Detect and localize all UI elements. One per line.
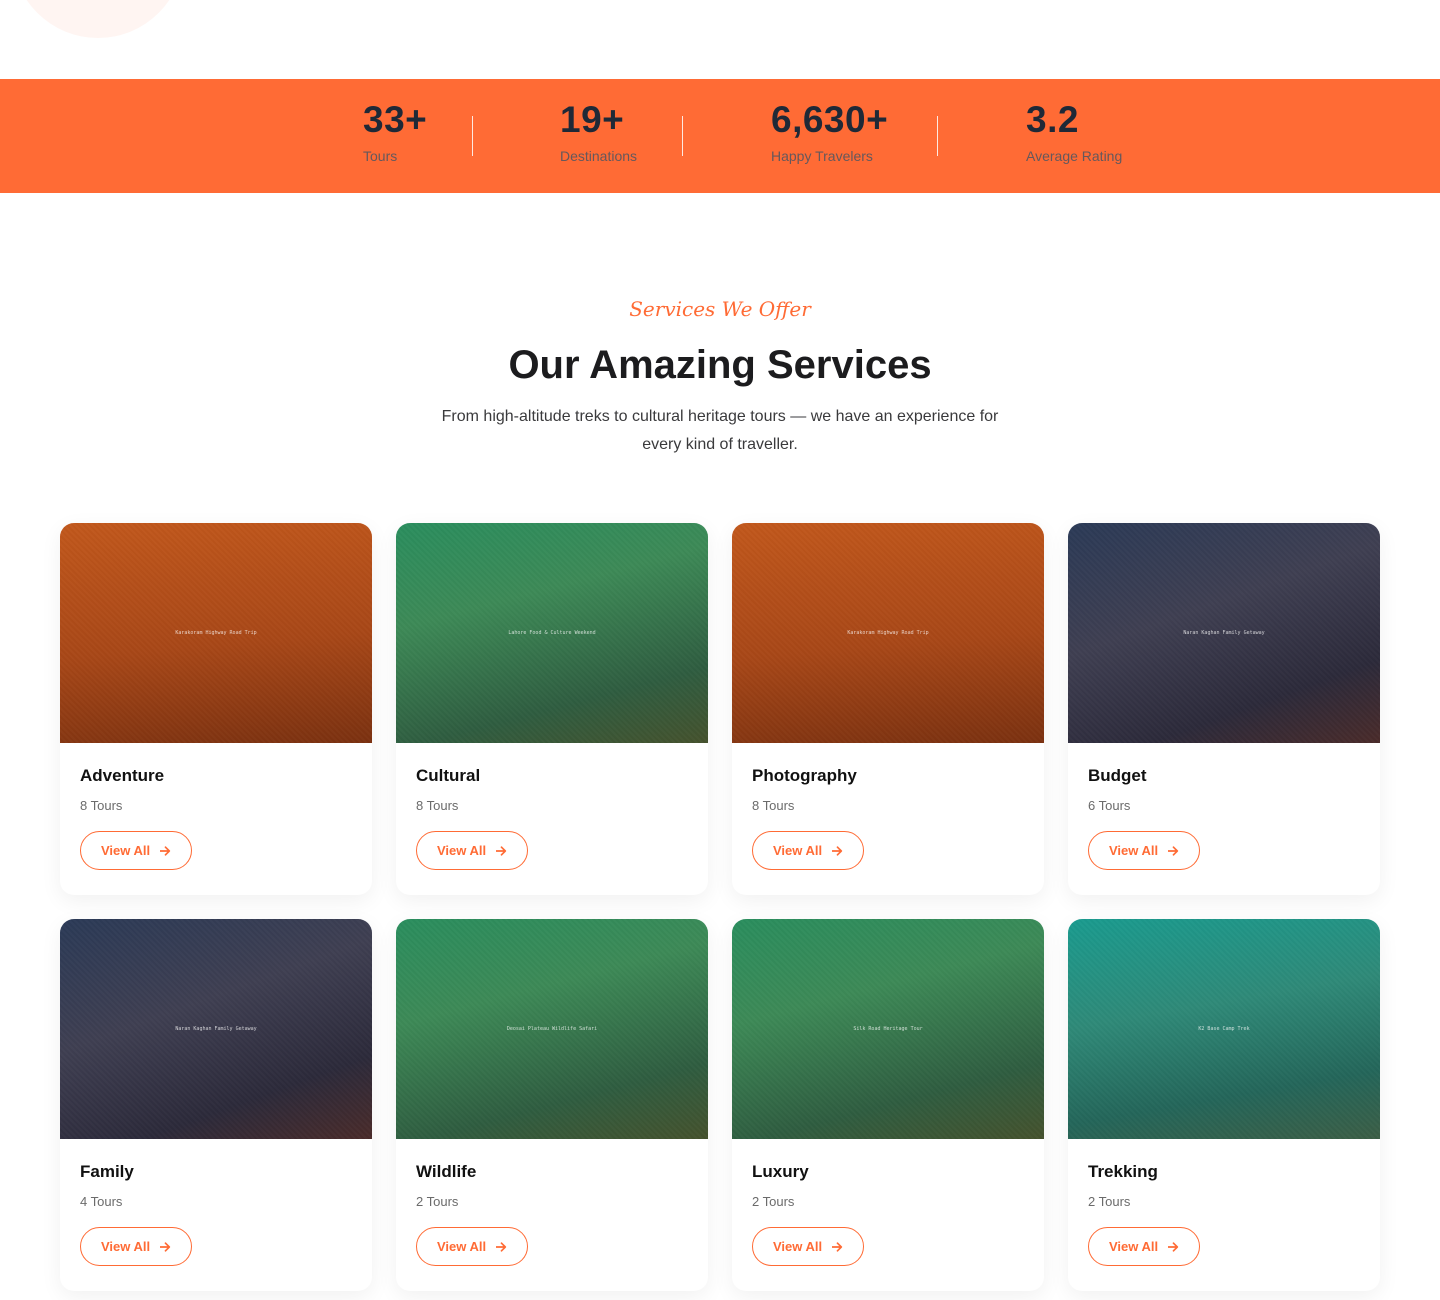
view-all-button[interactable]: View All [1088, 831, 1201, 870]
stat-happy-travelers: 6,630+ Happy Travelers [771, 101, 888, 164]
view-all-button[interactable]: View All [416, 831, 529, 870]
card-title: Trekking [1088, 1162, 1158, 1181]
arrow-right-icon [160, 845, 171, 856]
card-tour-count: 6 Tours [1088, 798, 1131, 813]
service-card-adventure: Karakoram Highway Road Trip Adventure 8 … [60, 523, 372, 895]
stat-label: Average Rating [1026, 148, 1123, 164]
card-title: Cultural [416, 766, 481, 785]
card-tour-count: 2 Tours [1088, 1194, 1131, 1209]
button-label: View All [101, 1239, 151, 1254]
view-all-button[interactable]: View All [80, 1227, 193, 1266]
stat-divider [682, 116, 683, 156]
view-all-button[interactable]: View All [1088, 1227, 1201, 1266]
button-label: View All [1109, 843, 1159, 858]
stats-band: 33+ Tours 19+ Destinations 6,630+ Happy … [0, 79, 1440, 193]
card-image: Naran Kaghan Family Getaway [60, 919, 372, 1139]
stat-destinations: 19+ Destinations [560, 101, 637, 164]
stat-average-rating: 3.2 Average Rating [1026, 101, 1122, 164]
arrow-right-icon [832, 845, 843, 856]
stat-tours: 33+ Tours [363, 101, 427, 164]
section-description: From high-altitude treks to cultural her… [441, 408, 999, 453]
service-card-photography: Karakoram Highway Road Trip Photography … [732, 523, 1044, 895]
arrow-right-icon [496, 1241, 507, 1252]
stat-value: 19+ [560, 99, 625, 140]
image-caption: Naran Kaghan Family Getaway [175, 1026, 257, 1032]
stat-divider [937, 116, 938, 156]
card-image: K2 Base Camp Trek [1068, 919, 1380, 1139]
view-all-button[interactable]: View All [80, 831, 193, 870]
button-label: View All [437, 1239, 487, 1254]
view-all-button[interactable]: View All [752, 831, 865, 870]
stat-label: Happy Travelers [771, 148, 873, 164]
arrow-right-icon [832, 1241, 843, 1252]
arrow-right-icon [1168, 845, 1179, 856]
button-label: View All [773, 843, 823, 858]
decorative-circle [12, 0, 184, 38]
card-title: Budget [1088, 766, 1147, 785]
card-tour-count: 4 Tours [80, 1194, 123, 1209]
arrow-right-icon [496, 845, 507, 856]
card-image: Naran Kaghan Family Getaway [1068, 523, 1380, 743]
section-title: Our Amazing Services [508, 343, 932, 387]
button-label: View All [773, 1239, 823, 1254]
card-title: Family [80, 1162, 134, 1181]
image-caption: Karakoram Highway Road Trip [847, 630, 929, 636]
arrow-right-icon [1168, 1241, 1179, 1252]
stat-value: 6,630+ [771, 99, 889, 140]
card-tour-count: 8 Tours [416, 798, 459, 813]
card-tour-count: 2 Tours [416, 1194, 459, 1209]
service-card-luxury: Silk Road Heritage Tour Luxury 2 Tours V… [732, 919, 1044, 1291]
stat-label: Tours [363, 148, 398, 164]
service-card-trekking: K2 Base Camp Trek Trekking 2 Tours View … [1068, 919, 1380, 1291]
card-image: Karakoram Highway Road Trip [732, 523, 1044, 743]
service-card-wildlife: Deosai Plateau Wildlife Safari Wildlife … [396, 919, 708, 1291]
card-image: Deosai Plateau Wildlife Safari [396, 919, 708, 1139]
view-all-button[interactable]: View All [752, 1227, 865, 1266]
stat-value: 3.2 [1026, 99, 1079, 140]
stat-label: Destinations [560, 148, 638, 164]
card-image: Silk Road Heritage Tour [732, 919, 1044, 1139]
card-title: Wildlife [416, 1162, 477, 1181]
button-label: View All [101, 843, 151, 858]
view-all-button[interactable]: View All [416, 1227, 529, 1266]
stat-value: 33+ [363, 99, 428, 140]
card-tour-count: 8 Tours [752, 798, 795, 813]
button-label: View All [1109, 1239, 1159, 1254]
service-card-cultural: Lahore Food & Culture Weekend Cultural 8… [396, 523, 708, 895]
image-caption: K2 Base Camp Trek [1198, 1026, 1250, 1032]
card-title: Adventure [80, 766, 165, 785]
image-caption: Silk Road Heritage Tour [853, 1026, 923, 1032]
stat-divider [472, 116, 473, 156]
card-image: Karakoram Highway Road Trip [60, 523, 372, 743]
services-grid: Karakoram Highway Road Trip Adventure 8 … [60, 523, 1380, 1291]
image-caption: Karakoram Highway Road Trip [175, 630, 257, 636]
card-tour-count: 8 Tours [80, 798, 123, 813]
card-image: Lahore Food & Culture Weekend [396, 523, 708, 743]
button-label: View All [437, 843, 487, 858]
section-kicker: Services We Offer [629, 297, 811, 321]
card-title: Photography [752, 766, 857, 785]
image-caption: Deosai Plateau Wildlife Safari [506, 1026, 598, 1032]
service-card-budget: Naran Kaghan Family Getaway Budget 6 Tou… [1068, 523, 1380, 895]
card-tour-count: 2 Tours [752, 1194, 795, 1209]
card-title: Luxury [752, 1162, 809, 1181]
service-card-family: Naran Kaghan Family Getaway Family 4 Tou… [60, 919, 372, 1291]
arrow-right-icon [160, 1241, 171, 1252]
image-caption: Lahore Food & Culture Weekend [508, 630, 596, 636]
image-caption: Naran Kaghan Family Getaway [1183, 630, 1265, 636]
